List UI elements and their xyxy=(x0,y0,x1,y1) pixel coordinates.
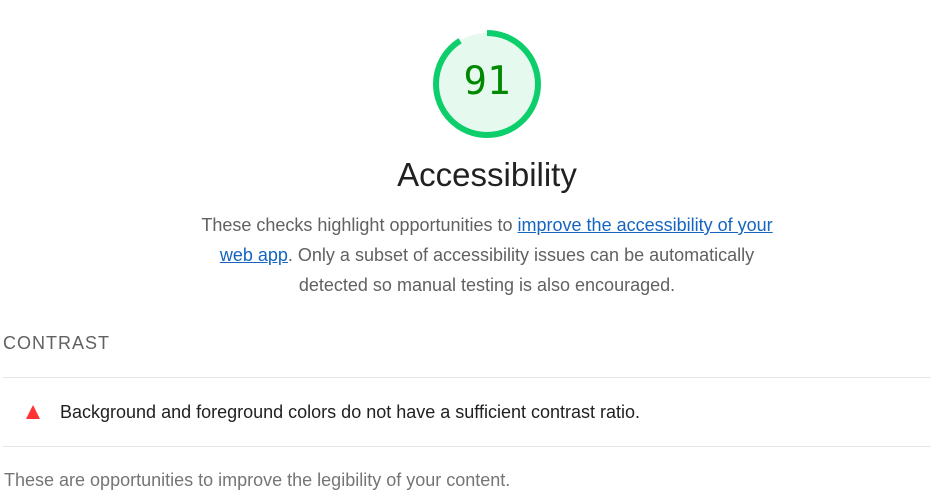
group-description: These are opportunities to improve the l… xyxy=(4,470,511,490)
divider xyxy=(3,446,931,447)
category-description: These checks highlight opportunities to … xyxy=(190,210,784,300)
description-suffix: . Only a subset of accessibility issues … xyxy=(287,245,755,295)
warning-triangle-icon xyxy=(25,404,41,420)
group-title: CONTRAST xyxy=(3,333,110,353)
description-prefix: These checks highlight opportunities to xyxy=(201,215,518,235)
score-value: 91 xyxy=(463,59,511,104)
score-gauge: 91 xyxy=(431,28,543,140)
audit-title: Background and foreground colors do not … xyxy=(60,402,641,422)
category-title: Accessibility xyxy=(397,156,577,193)
audit-item[interactable]: Background and foreground colors do not … xyxy=(3,378,931,446)
accessibility-report: 91 Accessibility These checks highlight … xyxy=(0,0,931,502)
